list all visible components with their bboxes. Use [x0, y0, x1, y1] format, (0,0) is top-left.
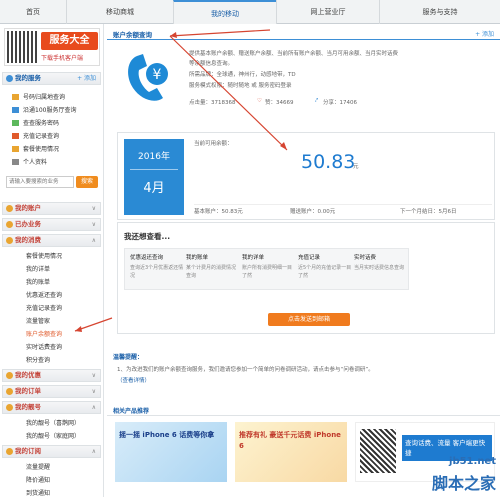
annotation-arrows — [74, 29, 288, 332]
arrowhead — [75, 326, 82, 332]
arrowhead — [280, 142, 287, 150]
arrow-to-add — [169, 29, 271, 37]
arrow-to-balance — [169, 35, 288, 151]
